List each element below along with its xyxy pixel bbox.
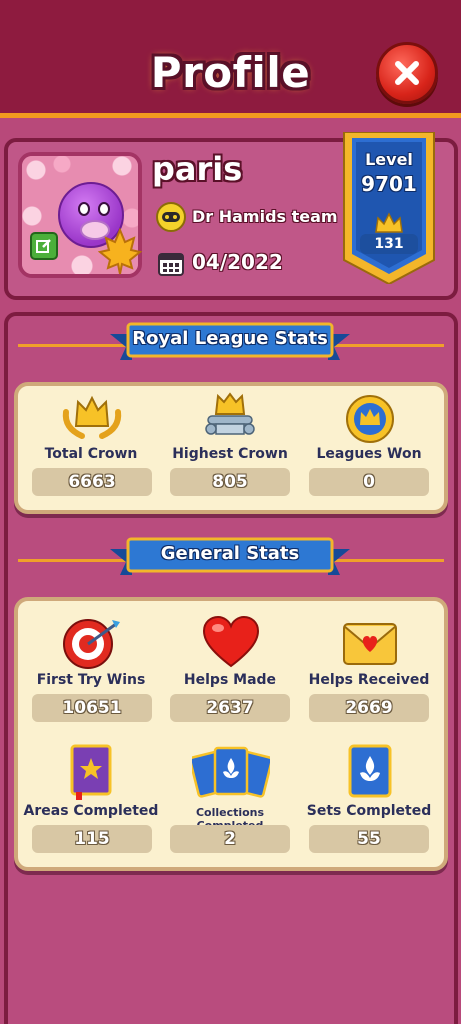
leagues-won-label: Leagues Won: [316, 446, 422, 462]
first-try-wins-value: 10651: [32, 694, 152, 722]
calendar-icon: [158, 253, 184, 276]
helps-made-label: Helps Made: [183, 672, 277, 688]
pedestal-crown-icon: [205, 392, 255, 435]
heart-icon: [202, 616, 260, 668]
areas-completed-value: 115: [32, 825, 152, 853]
sets-completed-value: 55: [309, 825, 429, 853]
collections-completed-value: 2: [170, 825, 290, 853]
target-arrow-icon: [63, 619, 120, 669]
team-name-link[interactable]: Dr Hamids team: [192, 207, 338, 226]
general-stats-title: General Stats: [160, 543, 300, 564]
team-gamepad-icon: [156, 202, 186, 232]
close-button[interactable]: [376, 42, 438, 104]
highest-crown-value: 805: [170, 468, 290, 496]
edit-icon: [36, 239, 51, 253]
sets-completed-label: Sets Completed: [306, 803, 432, 819]
crown-medal-icon: [346, 395, 394, 443]
helps-made-value: 2637: [170, 694, 290, 722]
star-book-icon: [70, 744, 112, 800]
highest-crown-label: Highest Crown: [172, 446, 288, 462]
level-label: Level: [365, 150, 413, 169]
card-fan-icon: [192, 746, 270, 798]
helps-received-value: 2669: [309, 694, 429, 722]
fleur-card-icon: [348, 744, 392, 798]
join-date: 04/2022: [192, 250, 283, 274]
crown-icon: [375, 212, 403, 233]
edit-avatar-button[interactable]: [30, 232, 58, 260]
areas-completed-label: Areas Completed: [23, 803, 159, 819]
level-value: 9701: [361, 172, 417, 196]
first-try-wins-label: First Try Wins: [36, 672, 146, 688]
envelope-heart-icon: [343, 623, 397, 665]
crown-count: 131: [360, 234, 418, 254]
close-icon: [395, 61, 419, 85]
maple-leaf-icon: [98, 228, 142, 274]
laurel-crown-icon: [62, 395, 122, 439]
total-crown-label: Total Crown: [44, 446, 138, 462]
total-crown-value: 6663: [32, 468, 152, 496]
royal-league-title: Royal League Stats: [132, 328, 328, 349]
username: paris: [152, 150, 243, 188]
helps-received-label: Helps Received: [308, 672, 430, 688]
leagues-won-value: 0: [309, 468, 429, 496]
